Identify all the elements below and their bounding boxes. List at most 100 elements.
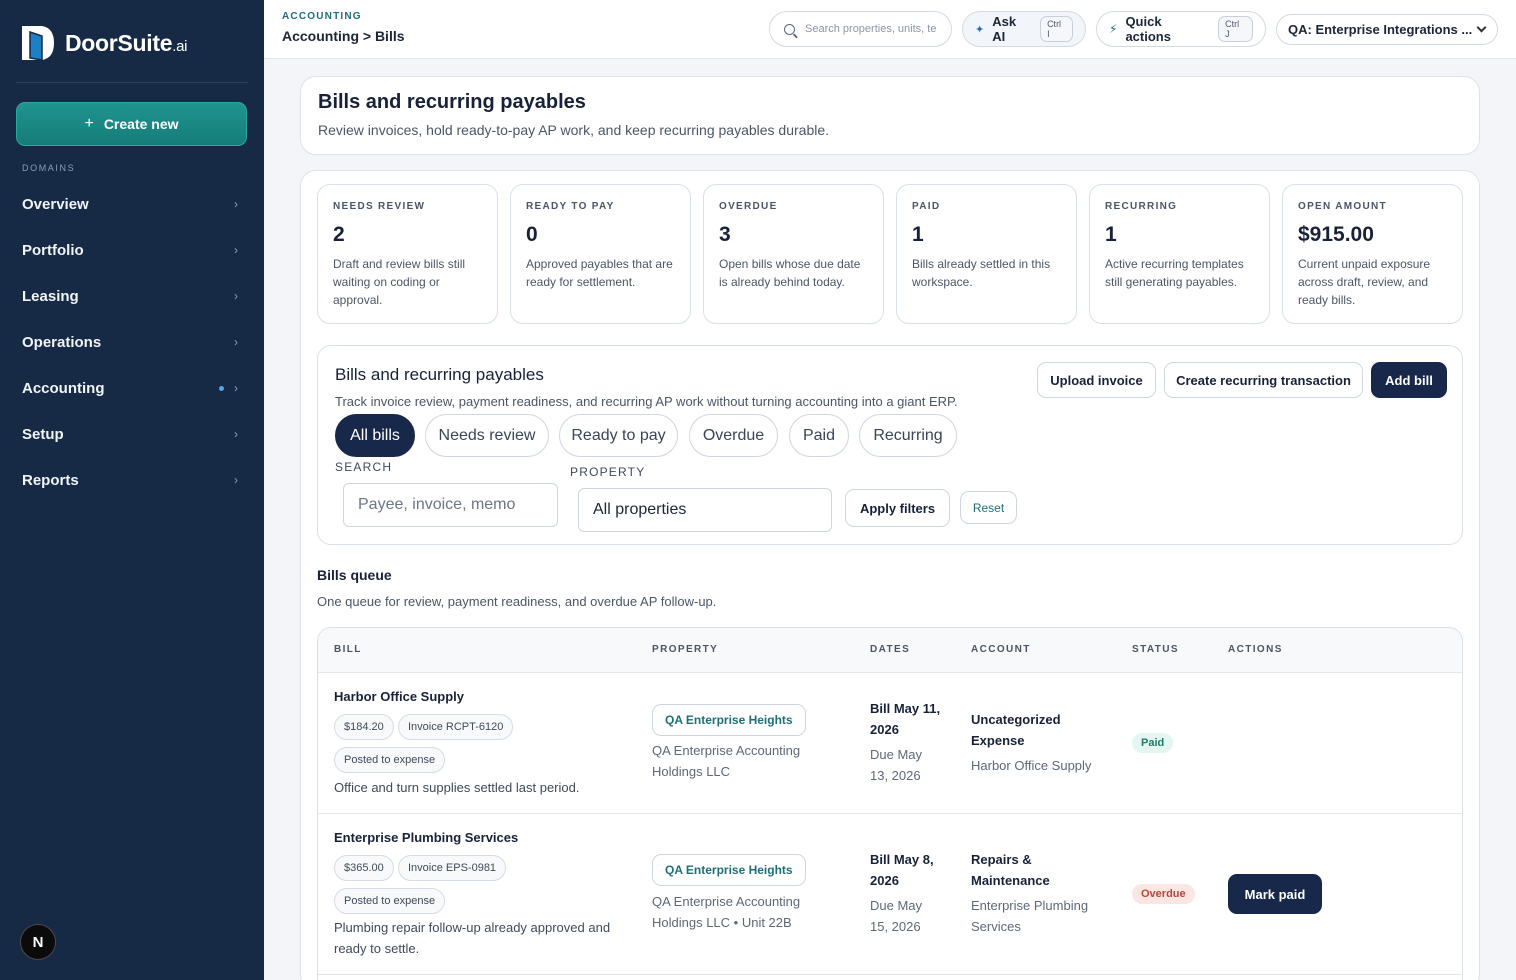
chip-paid[interactable]: Paid (789, 414, 849, 457)
chevron-right-icon: › (234, 473, 238, 487)
column-actions: ACTIONS (1228, 644, 1283, 655)
posting-tag: Posted to expense (334, 888, 446, 914)
payee-search-input[interactable]: Payee, invoice, memo (343, 483, 558, 527)
column-bill: BILL (334, 644, 362, 655)
property-select[interactable]: All properties (578, 488, 832, 532)
chip-overdue[interactable]: Overdue (689, 414, 778, 457)
kpi-paid[interactable]: PAID 1 Bills already settled in this wor… (896, 184, 1077, 324)
invoice-tag: Invoice EPS-0981 (398, 855, 507, 881)
sidebar-item-leasing[interactable]: Leasing › (0, 273, 264, 319)
ask-ai-button[interactable]: ✦ Ask AI Ctrl I (962, 11, 1086, 47)
kpi-label: OVERDUE (719, 201, 778, 212)
table-row[interactable]: Harbor Office Supply $184.20 Invoice RCP… (318, 673, 1462, 814)
kpi-ready-to-pay[interactable]: READY TO PAY 0 Approved payables that ar… (510, 184, 691, 324)
sidebar: DoorSuite.ai + Create new DOMAINS Overvi… (0, 0, 264, 980)
search-placeholder: Search properties, units, te (805, 23, 937, 35)
nextjs-badge-icon[interactable]: N (20, 924, 56, 960)
kpi-description: Bills already settled in this workspace. (912, 257, 1051, 289)
bill-date: Bill May 11, 2026 (870, 701, 941, 737)
property-link[interactable]: QA Enterprise Heights (652, 704, 806, 736)
property-entity: QA Enterprise Accounting Holdings LLC (652, 743, 801, 779)
search-label: SEARCH (335, 460, 393, 474)
sidebar-item-setup[interactable]: Setup › (0, 411, 264, 457)
table-header: BILL PROPERTY DATES ACCOUNT STATUS ACTIO… (318, 628, 1462, 673)
column-property: PROPERTY (652, 644, 719, 655)
queue-title: Bills queue (317, 567, 392, 583)
kpi-label: PAID (912, 201, 941, 212)
property-label: PROPERTY (570, 465, 646, 479)
quick-actions-button[interactable]: ⚡ Quick actions Ctrl J (1096, 11, 1266, 47)
sidebar-item-operations[interactable]: Operations › (0, 319, 264, 365)
property-link[interactable]: QA Enterprise Heights (652, 854, 806, 886)
chevron-right-icon: › (234, 243, 238, 257)
kpi-label: RECURRING (1105, 201, 1178, 212)
account-name: Uncategorized Expense (971, 712, 1061, 748)
create-recurring-button[interactable]: Create recurring transaction (1164, 362, 1363, 398)
sidebar-divider (16, 82, 248, 83)
apply-filters-button[interactable]: Apply filters (845, 489, 950, 527)
brand-suffix: .ai (172, 37, 188, 55)
add-bill-button[interactable]: Add bill (1371, 362, 1447, 398)
kpi-label: OPEN AMOUNT (1298, 201, 1387, 212)
ask-ai-shortcut: Ctrl I (1040, 16, 1073, 42)
payee-name: Harbor Office Supply (334, 689, 465, 704)
mark-paid-button[interactable]: Mark paid (1228, 874, 1322, 914)
domain-nav: Overview › Portfolio › Leasing › Operations… (0, 181, 264, 503)
queue-subtitle: One queue for review, payment readiness,… (317, 594, 717, 609)
sidebar-item-label: Setup (22, 425, 64, 443)
kpi-value: 3 (719, 223, 731, 246)
reset-button[interactable]: Reset (960, 491, 1017, 524)
page-title: Bills and recurring payables (318, 91, 586, 113)
bill-memo: Office and turn supplies settled last pe… (334, 780, 580, 795)
sidebar-item-portfolio[interactable]: Portfolio › (0, 227, 264, 273)
posting-tag: Posted to expense (334, 747, 446, 773)
section-label: ACCOUNTING (282, 11, 362, 22)
due-date: Due May 13, 2026 (870, 747, 923, 783)
breadcrumb: Accounting > Bills (282, 28, 405, 44)
kpi-label: NEEDS REVIEW (333, 201, 426, 212)
domains-label: DOMAINS (22, 163, 76, 173)
status-badge: Paid (1132, 733, 1174, 753)
kpi-value: $915.00 (1298, 223, 1374, 246)
sidebar-item-label: Portfolio (22, 241, 84, 259)
kpi-description: Active recurring templates still generat… (1105, 257, 1244, 289)
global-search-input[interactable]: Search properties, units, te (769, 11, 952, 47)
topbar: ACCOUNTING Accounting > Bills Search pro… (264, 0, 1516, 59)
kpi-description: Current unpaid exposure across draft, re… (1298, 257, 1431, 307)
kpi-label: READY TO PAY (526, 201, 615, 212)
kpi-needs-review[interactable]: NEEDS REVIEW 2 Draft and review bills st… (317, 184, 498, 324)
chevron-right-icon: › (234, 427, 238, 441)
property-entity: QA Enterprise Accounting Holdings LLC • … (652, 894, 801, 930)
payee-name: Enterprise Plumbing Services (334, 830, 519, 845)
chip-ready-to-pay[interactable]: Ready to pay (559, 414, 678, 457)
column-dates: DATES (870, 644, 911, 655)
account-payee: Harbor Office Supply (971, 758, 1092, 773)
sidebar-item-accounting[interactable]: Accounting › (0, 365, 264, 411)
chevron-right-icon: › (234, 197, 238, 211)
active-dot-icon (219, 385, 224, 391)
upload-invoice-button[interactable]: Upload invoice (1037, 362, 1156, 398)
kpi-recurring[interactable]: RECURRING 1 Active recurring templates s… (1089, 184, 1270, 324)
chip-recurring[interactable]: Recurring (859, 414, 957, 457)
ask-ai-label: Ask AI (992, 14, 1017, 44)
sidebar-item-label: Overview (22, 195, 89, 213)
account-name: Repairs & Maintenance (971, 852, 1050, 888)
sidebar-item-reports[interactable]: Reports › (0, 457, 264, 503)
brand-logo[interactable]: DoorSuite.ai (20, 24, 187, 62)
sidebar-item-overview[interactable]: Overview › (0, 181, 264, 227)
kpi-open-amount[interactable]: OPEN AMOUNT $915.00 Current unpaid expos… (1282, 184, 1463, 324)
create-new-button[interactable]: + Create new (16, 102, 247, 146)
table-row[interactable]: Enterprise Plumbing Services $365.00 Inv… (318, 814, 1462, 975)
workspace-select[interactable]: QA: Enterprise Integrations ... (1276, 14, 1498, 45)
chip-needs-review[interactable]: Needs review (425, 414, 549, 457)
column-status: STATUS (1132, 644, 1179, 655)
account-payee: Enterprise Plumbing Services (971, 898, 1089, 934)
chip-all-bills[interactable]: All bills (335, 414, 415, 457)
kpi-overdue[interactable]: OVERDUE 3 Open bills whose due date is a… (703, 184, 884, 324)
create-new-label: Create new (103, 116, 179, 132)
kpi-description: Approved payables that are ready for set… (526, 257, 673, 289)
status-badge: Overdue (1132, 884, 1195, 904)
kpi-value: 1 (1105, 223, 1117, 246)
brand-name: DoorSuite.ai (65, 29, 188, 56)
amount-tag: $184.20 (334, 714, 394, 740)
